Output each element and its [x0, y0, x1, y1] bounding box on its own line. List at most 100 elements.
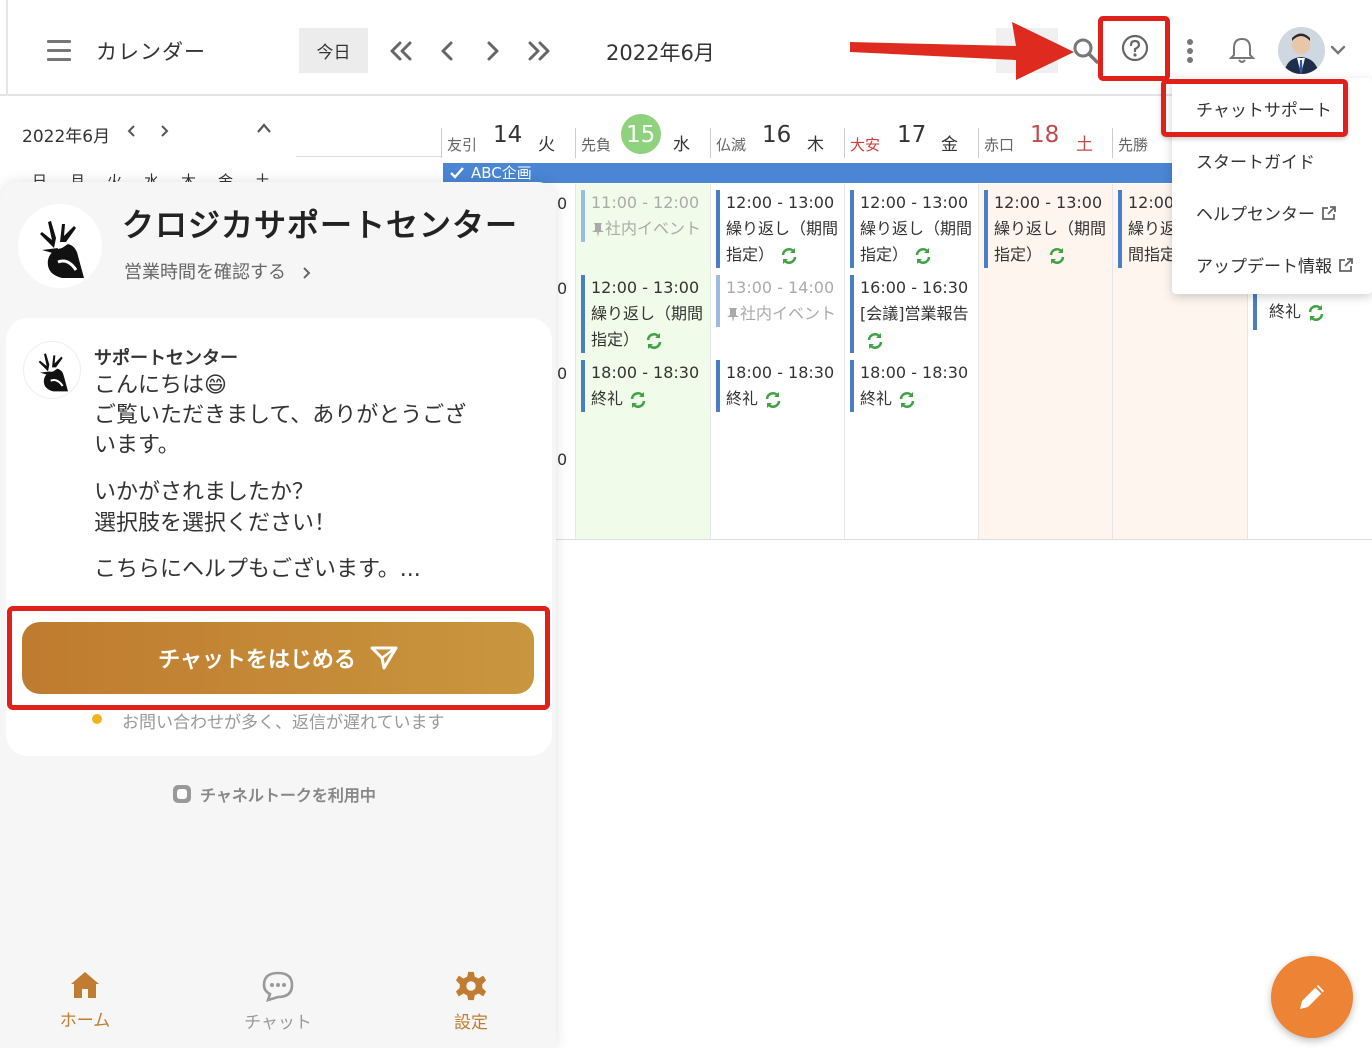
event-time: 11:00 - 12:00 — [591, 193, 700, 212]
event-card[interactable]: 12:00 - 13:00 繰り返し（期間指定） — [716, 190, 840, 268]
event-title: 社内イベント — [740, 304, 837, 323]
menu-item-label: ヘルプセンター — [1196, 205, 1315, 225]
event-card[interactable]: 18:00 - 18:30 終礼 — [850, 360, 974, 412]
repeat-icon — [780, 247, 798, 265]
event-card[interactable]: 16:00 - 16:30 [会議]営業報告 — [850, 275, 974, 353]
external-link-icon — [1322, 205, 1336, 220]
next-week-icon[interactable] — [486, 40, 500, 62]
home-icon — [71, 972, 99, 998]
message-line: こんにちは😄 — [94, 373, 227, 398]
message-line: こちらにヘルプもございます。... — [94, 557, 421, 582]
event-time: 18:00 - 18:30 — [726, 363, 835, 382]
mini-calendar-title: 2022年6月 — [22, 127, 111, 147]
day-header-17[interactable]: 大安 17 金 — [844, 118, 978, 158]
powered-by-channeltalk[interactable]: チャネルトークを利用中 — [172, 782, 376, 806]
allday-event-title: ABC企画 — [471, 164, 532, 182]
gear-icon — [455, 971, 487, 1001]
event-time: 12:00 — [1128, 193, 1172, 212]
more-vertical-icon[interactable] — [1185, 38, 1195, 64]
repeat-icon — [898, 391, 916, 409]
today-button[interactable]: 今日 — [299, 28, 368, 73]
prev-week-icon[interactable] — [440, 40, 454, 62]
event-card[interactable]: 13:00 - 14:00 社内イベント — [716, 275, 840, 327]
event-time: 12:00 - 13:00 — [860, 193, 969, 212]
day-header-18[interactable]: 赤口 18 土 — [978, 118, 1112, 158]
day-number: 17 — [897, 122, 927, 148]
message-line: います。 — [94, 433, 180, 458]
event-title: 社内イベント — [605, 219, 702, 238]
event-time: 12:00 - 13:00 — [591, 278, 700, 297]
nav-home[interactable]: ホーム — [30, 970, 140, 1031]
repeat-icon — [629, 391, 647, 409]
bell-icon[interactable] — [1229, 36, 1255, 64]
day-header-14[interactable]: 友引 14 火 — [441, 118, 575, 158]
event-title-continued: 間指定 — [1128, 245, 1172, 264]
hour-mark: 0 — [557, 279, 568, 298]
pin-icon — [726, 307, 740, 323]
sender-avatar — [24, 342, 80, 398]
rokuyo: 大安 — [850, 136, 881, 154]
current-month: 2022年6月 — [606, 41, 715, 65]
business-hours-link[interactable]: 営業時間を確認する — [124, 258, 312, 284]
rokuyo: 赤口 — [984, 136, 1015, 154]
user-avatar[interactable] — [1278, 27, 1325, 74]
sender-name: サポートセンター — [94, 348, 238, 369]
status-dot — [92, 714, 102, 724]
help-icon[interactable] — [1121, 34, 1149, 62]
day-number: 15 — [626, 122, 656, 148]
message-line: 選択肢を選択ください！ — [94, 511, 337, 536]
repeat-icon — [1048, 247, 1066, 265]
start-chat-button[interactable]: チャットをはじめる — [22, 622, 534, 694]
day-header-16[interactable]: 仏滅 16 木 — [710, 118, 844, 158]
mini-prev-icon[interactable] — [126, 124, 136, 138]
left-border — [6, 0, 8, 96]
event-card[interactable]: 12:00 - 13:00 繰り返し（期間指定） — [850, 190, 974, 268]
check-icon — [450, 167, 464, 179]
repeat-icon — [914, 247, 932, 265]
day-weekday: 木 — [807, 135, 824, 155]
rokuyo: 仏滅 — [716, 136, 747, 154]
rokuyo: 先勝 — [1118, 136, 1149, 154]
support-center-title: クロジカサポートセンター — [122, 206, 519, 244]
next-month-icon[interactable] — [527, 40, 551, 62]
chevron-right-icon — [302, 266, 312, 280]
mini-divider — [296, 156, 442, 157]
event-time: 12:00 - 13:00 — [994, 193, 1103, 212]
mini-collapse-icon[interactable] — [256, 122, 272, 134]
send-icon — [370, 646, 398, 670]
menu-item-start-guide[interactable]: スタートガイド — [1196, 148, 1315, 173]
grid-bottom-line — [556, 539, 1372, 540]
rokuyo: 友引 — [447, 136, 478, 154]
account-chevron-down-icon[interactable] — [1330, 45, 1346, 55]
powered-by-label: チャネルトークを利用中 — [200, 786, 376, 805]
event-title: 終礼 — [726, 389, 759, 408]
prev-month-icon[interactable] — [389, 40, 413, 62]
event-card[interactable]: 12:00 - 13:00 繰り返し（期間指定） — [984, 190, 1108, 268]
channeltalk-icon — [173, 785, 191, 803]
event-card[interactable]: 11:00 - 12:00 社内イベント — [581, 190, 705, 242]
pencil-icon — [1300, 985, 1324, 1009]
event-title: 終礼 — [591, 389, 624, 408]
mini-next-icon[interactable] — [160, 124, 170, 138]
event-card[interactable]: 18:00 - 18:30 終礼 — [581, 360, 705, 412]
message-line: ご覧いただきまして、ありがとうござ — [94, 403, 467, 428]
event-time: 16:00 - 16:30 — [860, 278, 969, 297]
hour-mark: 0 — [557, 364, 568, 383]
event-card[interactable]: 12:00 - 13:00 繰り返し（期間指定） — [581, 275, 705, 353]
menu-item-help-center[interactable]: ヘルプセンター — [1196, 200, 1337, 225]
business-hours-label: 営業時間を確認する — [124, 262, 286, 283]
menu-item-label: スタートガイド — [1196, 153, 1315, 173]
nav-settings[interactable]: 設定 — [416, 970, 526, 1033]
nav-chat[interactable]: チャット — [223, 970, 333, 1033]
day-weekday: 火 — [538, 135, 555, 155]
event-card[interactable]: 終礼 — [1253, 294, 1372, 330]
response-status: お問い合わせが多く、返信が遅れています — [122, 713, 445, 733]
nav-label: 設定 — [454, 1013, 488, 1033]
create-event-button[interactable] — [1271, 956, 1353, 1038]
event-card[interactable]: 12:00 繰り返 間指定 — [1118, 190, 1172, 268]
event-card[interactable]: 18:00 - 18:30 終礼 — [716, 360, 840, 412]
hamburger-menu-icon[interactable] — [47, 40, 71, 61]
menu-item-update-info[interactable]: アップデート情報 — [1196, 252, 1354, 277]
day-header-15[interactable]: 先負 15 水 — [575, 114, 709, 158]
app-title: カレンダー — [96, 40, 206, 64]
